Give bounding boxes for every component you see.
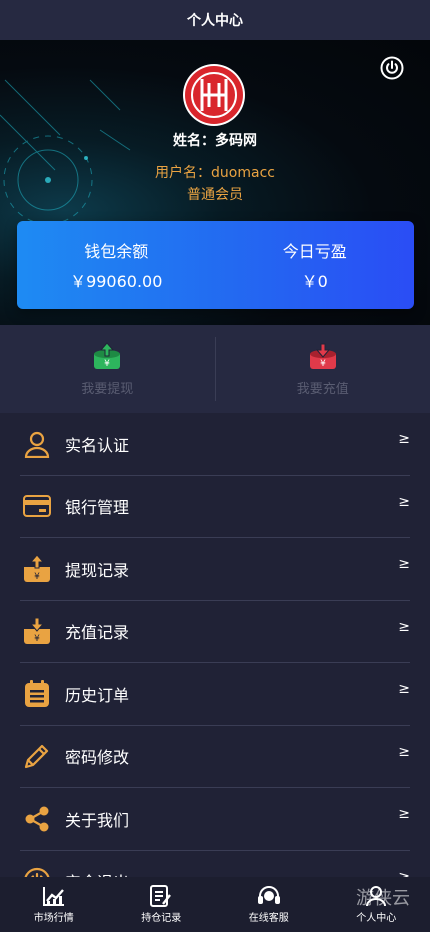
withdraw-button[interactable]: ¥ 我要提现 — [0, 325, 215, 413]
deposit-icon: ¥ — [309, 343, 336, 369]
menu-item-withdraw-record[interactable]: ¥ 提现记录 ≥ — [20, 538, 410, 601]
chevron-right-icon: ≥ — [398, 681, 410, 697]
page: 个人中心 姓名：多码网 用户名：duomacc 普通会员 钱包余额 ￥99060… — [0, 0, 430, 932]
tab-positions[interactable]: 持仓记录 — [108, 877, 216, 932]
menu-item-real-name-auth[interactable]: 实名认证 ≥ — [20, 413, 410, 476]
today-profit: 今日亏盈 ￥0 — [216, 221, 415, 309]
menu-item-bank-management[interactable]: 银行管理 ≥ — [20, 476, 410, 538]
user-icon — [22, 429, 52, 459]
bank-card-icon — [22, 491, 52, 521]
chevron-right-icon: ≥ — [398, 556, 410, 572]
deposit-record-icon: ¥ — [22, 616, 52, 646]
fund-actions: ¥ 我要提现 ¥ 我要充值 — [0, 325, 430, 413]
member-level: 普通会员 — [187, 187, 243, 203]
share-icon — [22, 804, 52, 834]
pencil-icon — [22, 741, 52, 771]
wallet-balance-label: 钱包余额 — [84, 242, 149, 261]
menu-item-deposit-record[interactable]: ¥ 充值记录 ≥ — [20, 601, 410, 663]
page-title: 个人中心 — [187, 13, 243, 29]
user-account-name: 用户名：duomacc — [155, 165, 275, 181]
menu-item-label: 充值记录 — [65, 623, 130, 643]
tab-customer-service[interactable]: 在线客服 — [215, 877, 323, 932]
headset-icon — [257, 886, 280, 904]
power-icon — [380, 56, 404, 80]
menu-item-label: 密码修改 — [65, 748, 130, 768]
svg-text:¥: ¥ — [34, 572, 40, 582]
today-profit-label: 今日亏盈 — [282, 242, 347, 261]
withdraw-record-icon: ¥ — [22, 554, 52, 584]
user-real-name: 姓名：多码网 — [173, 133, 257, 149]
chevron-right-icon: ≥ — [398, 493, 410, 510]
tab-label: 个人中心 — [356, 913, 397, 924]
avatar-logo — [183, 64, 245, 126]
tab-label: 在线客服 — [248, 913, 289, 924]
svg-text:¥: ¥ — [34, 634, 40, 644]
chevron-right-icon: ≥ — [398, 743, 410, 760]
menu-item-label: 历史订单 — [65, 685, 130, 705]
tab-profile[interactable]: 个人中心 — [323, 877, 430, 932]
menu-item-label: 实名认证 — [65, 435, 130, 455]
menu-list: 实名认证 ≥ 银行管理 ≥ ¥ 提现记录 ≥ ¥ 充值记录 ≥ 历史订单 ≥ 密… — [0, 413, 430, 913]
wallet-balance-value: ￥99060.00 — [70, 272, 163, 291]
tab-label: 持仓记录 — [141, 913, 182, 924]
wallet-balance: 钱包余额 ￥99060.00 — [17, 221, 216, 309]
balance-card: 钱包余额 ￥99060.00 今日亏盈 ￥0 — [17, 221, 414, 309]
tab-label: 市场行情 — [33, 913, 74, 924]
menu-item-label: 银行管理 — [65, 498, 130, 518]
chevron-right-icon: ≥ — [398, 431, 410, 447]
svg-text:¥: ¥ — [320, 359, 326, 369]
menu-item-change-password[interactable]: 密码修改 ≥ — [20, 726, 410, 788]
person-icon — [366, 886, 387, 907]
order-history-icon — [22, 679, 52, 709]
withdraw-icon: ¥ — [94, 341, 121, 369]
chevron-right-icon: ≥ — [398, 618, 410, 635]
tab-market[interactable]: 市场行情 — [0, 877, 108, 932]
bottom-tab-bar: 市场行情 持仓记录 在线客服 个人中心 游侠云 — [0, 877, 430, 932]
withdraw-label: 我要提现 — [81, 381, 134, 397]
svg-text:¥: ¥ — [104, 359, 110, 369]
menu-item-label: 提现记录 — [65, 560, 130, 580]
chevron-right-icon: ≥ — [398, 806, 410, 822]
deposit-button[interactable]: ¥ 我要充值 — [216, 325, 430, 413]
title-bar: 个人中心 — [0, 0, 430, 40]
chart-icon — [42, 887, 64, 906]
menu-item-order-history[interactable]: 历史订单 ≥ — [20, 663, 410, 726]
today-profit-value: ￥0 — [301, 272, 328, 291]
menu-item-label: 关于我们 — [65, 810, 130, 830]
deposit-label: 我要充值 — [296, 381, 349, 397]
notes-icon — [150, 885, 172, 907]
logout-power-button[interactable] — [380, 56, 404, 80]
menu-item-about-us[interactable]: 关于我们 ≥ — [20, 788, 410, 851]
